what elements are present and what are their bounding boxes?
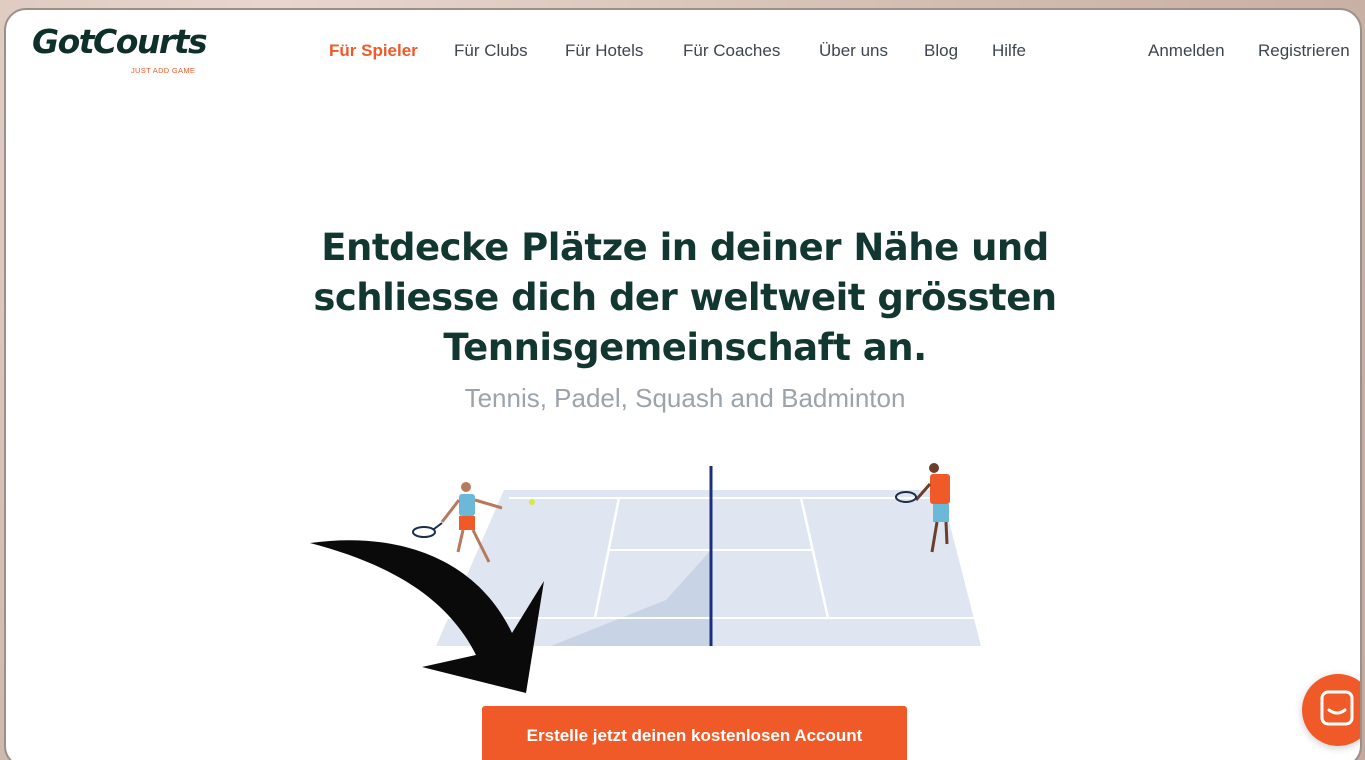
create-account-button[interactable]: Erstelle jetzt deinen kostenlosen Accoun… [482,706,907,760]
hero-title-line-2: schliesse dich der weltweit grössten [313,276,1057,319]
register-link[interactable]: Registrieren [1258,41,1350,61]
login-link[interactable]: Anmelden [1148,41,1225,61]
chat-bubble-icon [1320,690,1354,726]
nav-item-fuer-spieler[interactable]: Für Spieler [329,41,418,61]
hero-subtitle: Tennis, Padel, Squash and Badminton [464,383,906,413]
logo-tagline: JUST ADD GAME [131,66,196,75]
browser-page: GotCourts JUST ADD GAME Für Spieler Für … [4,8,1362,760]
chat-launcher-button[interactable] [1302,674,1360,746]
nav-item-blog[interactable]: Blog [924,41,958,61]
nav-item-fuer-hotels[interactable]: Für Hotels [565,41,643,61]
tennis-ball [529,499,535,505]
hero-title-line-3: Tennisgemeinschaft an. [443,326,927,369]
hero-title-line-1: Entdecke Plätze in deiner Nähe und [321,226,1049,269]
curved-arrow-annotation [310,540,544,693]
nav-item-hilfe[interactable]: Hilfe [992,41,1026,61]
nav-item-fuer-clubs[interactable]: Für Clubs [454,41,528,61]
nav-item-fuer-coaches[interactable]: Für Coaches [683,41,780,61]
nav-item-ueber-uns[interactable]: Über uns [819,41,888,61]
hero-title: Entdecke Plätze in deiner Nähe und schli… [6,223,1360,373]
main-nav: Für Spieler Für Clubs Für Hotels Für Coa… [6,41,1360,65]
